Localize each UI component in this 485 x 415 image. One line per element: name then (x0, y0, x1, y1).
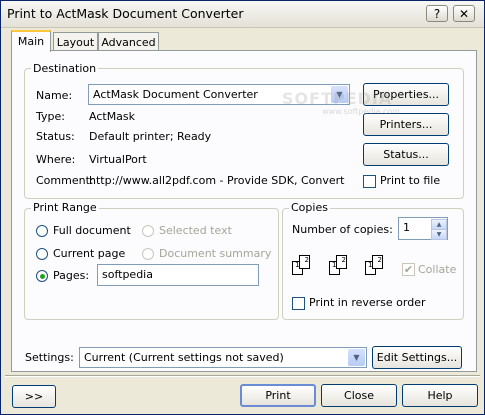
page-number: 1 (332, 261, 337, 269)
close-title-button[interactable]: ✕ (453, 5, 475, 22)
edit-settings-button[interactable]: Edit Settings... (372, 346, 462, 369)
watermark-logo: SOFTPEDIA (282, 89, 393, 108)
reverse-order-checkbox[interactable] (292, 297, 305, 310)
help-icon: ? (433, 7, 441, 21)
print-button-label: Print (265, 389, 291, 402)
selected-text-radio[interactable] (142, 225, 154, 237)
current-page-radio[interactable] (36, 248, 48, 260)
close-button-label: Close (344, 389, 374, 402)
tab-advanced[interactable]: Advanced (98, 32, 159, 52)
close-button[interactable]: Close (321, 384, 397, 407)
status-value: Default printer; Ready (89, 130, 212, 143)
watermark-url: www.softpedia.com (322, 107, 401, 116)
edit-settings-button-label: Edit Settings... (376, 351, 458, 364)
footer-divider (5, 375, 480, 377)
comment-value: http://www.all2pdf.com - Provide SDK, Co… (89, 174, 345, 187)
comment-label: Comment: (36, 174, 94, 187)
window-title: Print to ActMask Document Converter (7, 6, 244, 21)
collate-checkbox[interactable]: ✔ (402, 263, 415, 276)
where-value: VirtualPort (89, 153, 147, 166)
close-icon: ✕ (458, 7, 470, 21)
status-label: Status: (36, 130, 75, 143)
selected-text-label: Selected text (159, 224, 232, 237)
status-button-label: Status... (383, 148, 429, 161)
collate-label: Collate (418, 263, 457, 276)
radio-selected-dot (40, 274, 45, 279)
tab-main-label: Main (17, 35, 45, 48)
copies-legend: Copies (289, 201, 330, 214)
settings-select[interactable]: Current (Current settings not saved) ▼ (79, 347, 367, 368)
print-to-file-label: Print to file (380, 174, 441, 187)
print-range-legend: Print Range (31, 201, 99, 214)
print-to-file-checkbox[interactable] (363, 175, 376, 188)
printer-name-value: ActMask Document Converter (93, 88, 258, 101)
printers-button-label: Printers... (379, 118, 433, 131)
page-number: 2 (304, 256, 309, 264)
print-button[interactable]: Print (240, 384, 316, 407)
type-label: Type: (36, 110, 65, 123)
tab-layout-label: Layout (56, 36, 95, 49)
tab-advanced-label: Advanced (101, 36, 156, 49)
number-of-copies-label: Number of copies: (292, 223, 393, 236)
document-summary-radio[interactable] (142, 248, 154, 260)
settings-value: Current (Current settings not saved) (84, 351, 284, 364)
page-number: 2 (377, 256, 382, 264)
page-number: 1 (295, 261, 300, 269)
settings-label: Settings: (25, 351, 74, 364)
print-dialog: Print to ActMask Document Converter ? ✕ … (0, 0, 485, 415)
help-title-button[interactable]: ? (426, 5, 448, 22)
title-bar: Print to ActMask Document Converter ? ✕ (1, 1, 484, 28)
name-label: Name: (36, 89, 73, 102)
pages-label: Pages: (53, 269, 90, 282)
help-button[interactable]: Help (402, 384, 478, 407)
current-page-label: Current page (53, 247, 126, 260)
destination-legend: Destination (31, 62, 99, 75)
full-document-radio[interactable] (36, 225, 48, 237)
tab-main[interactable]: Main (11, 30, 51, 52)
tab-panel-main: Destination Name: ActMask Document Conve… (11, 50, 477, 372)
printers-button[interactable]: Printers... (363, 113, 449, 136)
pages-input[interactable]: softpedia (97, 264, 259, 286)
page-number: 1 (368, 261, 373, 269)
document-summary-label: Document summary (159, 247, 272, 260)
pages-input-value: softpedia (102, 268, 153, 281)
page-icon: 21 (332, 255, 347, 269)
collate-pages-icon: 21 21 21 (292, 255, 392, 281)
where-label: Where: (36, 153, 76, 166)
tab-layout[interactable]: Layout (53, 32, 98, 52)
pages-radio[interactable] (36, 270, 48, 282)
help-button-label: Help (427, 389, 453, 402)
full-document-label: Full document (53, 224, 131, 237)
reverse-order-label: Print in reverse order (309, 296, 426, 309)
page-icon: 21 (295, 255, 310, 269)
expand-button[interactable]: >> (12, 385, 56, 408)
page-icon: 21 (368, 255, 383, 269)
expand-button-label: >> (24, 390, 44, 403)
status-button[interactable]: Status... (363, 143, 449, 166)
page-number: 2 (341, 256, 346, 264)
type-value: ActMask (89, 110, 136, 123)
copies-down-arrow[interactable]: ▼ (431, 229, 447, 240)
copies-input-value: 1 (403, 221, 410, 234)
chevron-down-icon: ▼ (348, 349, 365, 366)
